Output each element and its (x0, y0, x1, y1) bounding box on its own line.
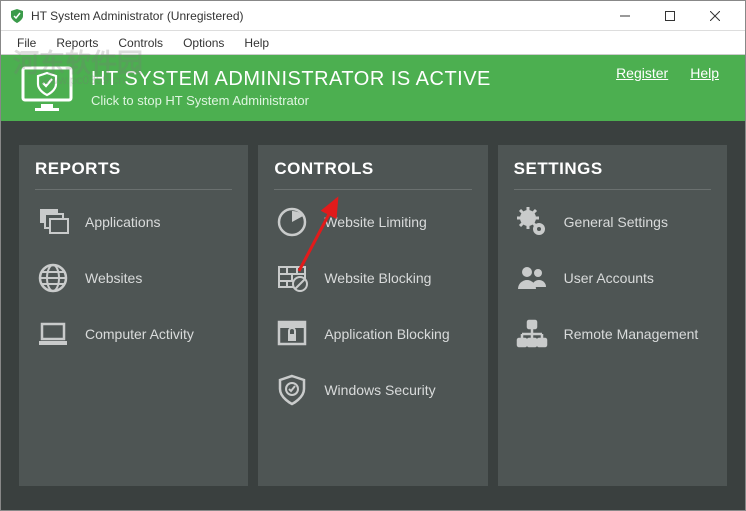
panel-title-reports: REPORTS (35, 159, 232, 190)
controls-website-blocking[interactable]: Website Blocking (274, 250, 471, 306)
menu-help[interactable]: Help (234, 34, 279, 52)
reports-websites[interactable]: Websites (35, 250, 232, 306)
controls-website-limiting[interactable]: Website Limiting (274, 194, 471, 250)
controls-windows-security[interactable]: Windows Security (274, 362, 471, 418)
settings-general[interactable]: General Settings (514, 194, 711, 250)
panel-title-settings: SETTINGS (514, 159, 711, 190)
reports-applications[interactable]: Applications (35, 194, 232, 250)
panel-controls: CONTROLS Website Limiting (258, 145, 487, 486)
applications-icon (35, 204, 71, 240)
window-title: HT System Administrator (Unregistered) (31, 9, 602, 23)
minimize-button[interactable] (602, 2, 647, 30)
banner-links: Register Help (616, 65, 719, 81)
label: Websites (85, 270, 142, 286)
label: Applications (85, 214, 161, 230)
label: General Settings (564, 214, 668, 230)
titlebar: HT System Administrator (Unregistered) (1, 1, 745, 31)
maximize-icon (665, 11, 675, 21)
panel-settings: SETTINGS General Settings (498, 145, 727, 486)
panel-reports: REPORTS Applications Websites Computer A… (19, 145, 248, 486)
firewall-icon (274, 260, 310, 296)
window-controls (602, 2, 737, 30)
shield-check-icon (274, 372, 310, 408)
maximize-button[interactable] (647, 2, 692, 30)
label: Website Blocking (324, 270, 431, 286)
settings-user-accounts[interactable]: User Accounts (514, 250, 711, 306)
register-link[interactable]: Register (616, 65, 668, 81)
monitor-shield-icon (19, 64, 75, 112)
menu-controls[interactable]: Controls (108, 34, 173, 52)
label: Application Blocking (324, 326, 449, 342)
help-link[interactable]: Help (690, 65, 719, 81)
clock-icon (274, 204, 310, 240)
reports-computer-activity[interactable]: Computer Activity (35, 306, 232, 362)
label: Remote Management (564, 326, 699, 342)
label: Website Limiting (324, 214, 426, 230)
controls-application-blocking[interactable]: Application Blocking (274, 306, 471, 362)
label: Windows Security (324, 382, 435, 398)
banner-text: HT SYSTEM ADMINISTRATOR IS ACTIVE Click … (91, 68, 616, 108)
panel-title-controls: CONTROLS (274, 159, 471, 190)
label: User Accounts (564, 270, 654, 286)
network-icon (514, 316, 550, 352)
settings-remote-management[interactable]: Remote Management (514, 306, 711, 362)
main-content: REPORTS Applications Websites Computer A… (1, 121, 745, 510)
minimize-icon (620, 11, 630, 21)
label: Computer Activity (85, 326, 194, 342)
app-shield-icon (9, 8, 25, 24)
gears-icon (514, 204, 550, 240)
menu-reports[interactable]: Reports (46, 34, 108, 52)
close-button[interactable] (692, 2, 737, 30)
window-lock-icon (274, 316, 310, 352)
menubar: File Reports Controls Options Help (1, 31, 745, 55)
status-banner[interactable]: HT SYSTEM ADMINISTRATOR IS ACTIVE Click … (1, 55, 745, 121)
banner-title: HT SYSTEM ADMINISTRATOR IS ACTIVE (91, 68, 616, 91)
banner-subtitle: Click to stop HT System Administrator (91, 93, 616, 108)
globe-icon (35, 260, 71, 296)
users-icon (514, 260, 550, 296)
menu-file[interactable]: File (7, 34, 46, 52)
laptop-icon (35, 316, 71, 352)
close-icon (710, 11, 720, 21)
menu-options[interactable]: Options (173, 34, 234, 52)
